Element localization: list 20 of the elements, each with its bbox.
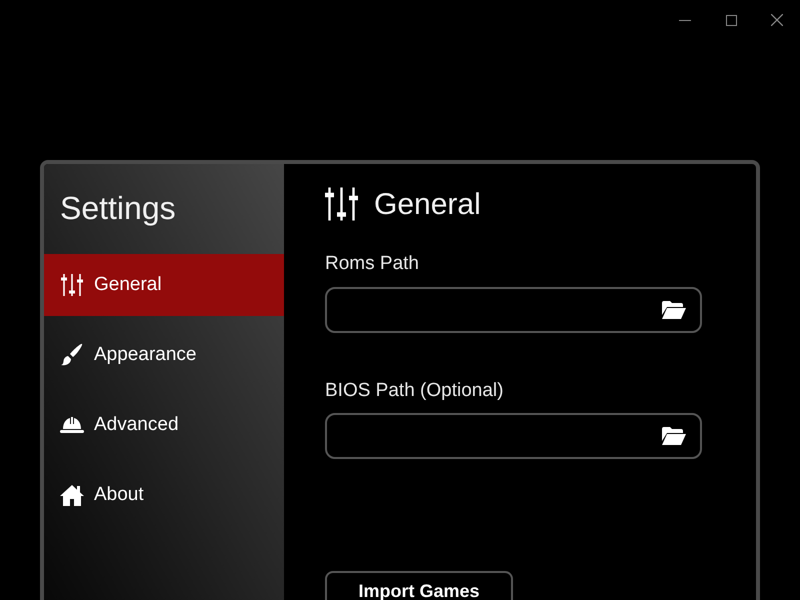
maximize-icon[interactable] xyxy=(726,14,736,26)
sliders-icon xyxy=(325,186,358,222)
field-label: Roms Path xyxy=(325,252,420,276)
page-title: General xyxy=(374,186,481,222)
folder-icon xyxy=(662,300,686,318)
paintbrush-icon xyxy=(60,343,84,367)
hard-hat-icon xyxy=(60,415,84,435)
field-label: BIOS Path (Optional) xyxy=(325,378,504,402)
sidebar-title: Settings xyxy=(59,189,177,228)
import-button[interactable]: Import Games xyxy=(325,571,513,600)
sliders-icon xyxy=(61,273,83,297)
house-icon xyxy=(60,484,84,506)
path-field[interactable] xyxy=(325,413,702,459)
path-field[interactable] xyxy=(325,286,702,332)
sidebar-item[interactable]: Advanced xyxy=(44,394,284,456)
close-icon[interactable] xyxy=(771,14,783,26)
sidebar-item[interactable]: About xyxy=(44,464,284,526)
folder-icon xyxy=(662,427,686,445)
sidebar-item[interactable]: Appearance xyxy=(44,324,284,386)
sidebar-item[interactable]: General xyxy=(44,254,284,316)
